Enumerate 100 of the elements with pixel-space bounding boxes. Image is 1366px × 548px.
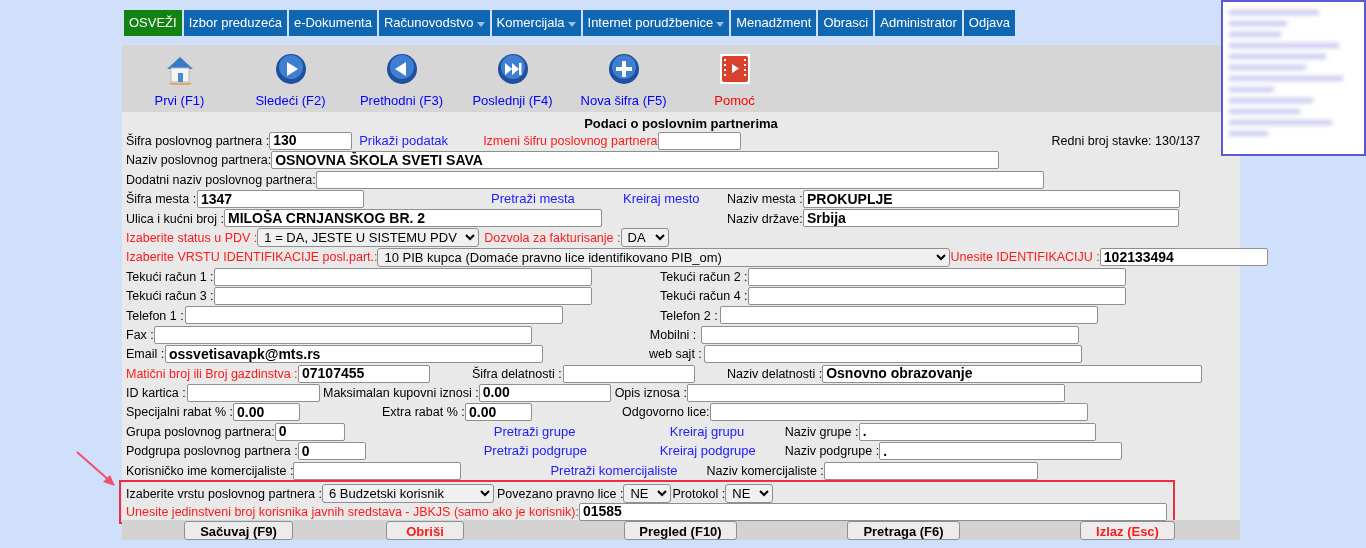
caret-icon [476, 21, 485, 27]
field-label: Specijalni rabat % : [126, 405, 233, 420]
input-field[interactable] [704, 345, 1082, 364]
form-button[interactable]: Sačuvaj (F9) [184, 520, 293, 540]
link[interactable]: Kreiraj grupu [669, 424, 745, 439]
annotation-arrow [76, 451, 115, 486]
menu-item[interactable]: Internet porudžbenice [582, 10, 730, 36]
link[interactable]: Pretraži mesta [491, 191, 575, 207]
plus-icon[interactable] [607, 53, 640, 85]
input-field[interactable]: Srbija [803, 209, 1179, 228]
field-label: Tekući račun 1 : [126, 269, 214, 284]
input-field[interactable] [187, 383, 320, 402]
input-field[interactable] [720, 306, 1098, 325]
input-field[interactable]: 102133494 [1099, 248, 1268, 267]
menu-item[interactable]: Obrasci [818, 10, 874, 36]
input-field[interactable] [748, 267, 1126, 286]
link[interactable]: Pretraži grupe [493, 424, 576, 439]
field-label: Fax : [126, 327, 154, 342]
input-field[interactable]: . [879, 442, 1123, 461]
input-field[interactable]: PROKUPLJE [803, 190, 1180, 209]
refresh-button[interactable]: OSVEŽI [124, 10, 182, 36]
toolbar-link[interactable]: Prvi (F1) [154, 91, 205, 111]
input-field[interactable] [214, 287, 592, 305]
field-label: Grupa poslovnog partnera: [126, 424, 275, 439]
input-field[interactable] [700, 325, 1079, 344]
input-field[interactable]: 0 [297, 442, 366, 461]
field-label: Naziv komercijaliste : [706, 463, 824, 478]
field-label: Korisničko ime komercijaliste : [126, 463, 294, 478]
field-label: web sajt : [649, 347, 702, 362]
field-label: Maksimalan kupovni iznosi : [323, 386, 479, 401]
input-field[interactable] [185, 306, 563, 325]
field-label: Extra rabat % : [382, 405, 465, 420]
dropdown[interactable]: 10 PIB kupca (Domaće pravno lice identifikovano PIB_om) [377, 247, 951, 267]
input-field[interactable] [686, 383, 1065, 402]
input-field[interactable]: 0 [274, 422, 345, 441]
menu-item[interactable]: Menadžment [731, 10, 817, 36]
input-field[interactable]: 07107455 [298, 364, 430, 383]
link[interactable]: Kreiraj mesto [623, 191, 700, 207]
field-label: Naziv delatnosti : [727, 366, 823, 381]
field-label: Dodatni naziv poslovnog partnera: [126, 172, 316, 187]
field-label: Izaberite status u PDV : [126, 230, 258, 245]
skip-forward-icon[interactable] [496, 53, 529, 85]
dropdown[interactable]: DA [620, 228, 669, 248]
input-field[interactable]: ossvetisavapk@mts.rs [165, 345, 543, 364]
film-icon[interactable] [718, 53, 751, 85]
input-field[interactable] [709, 403, 1088, 422]
dropdown[interactable]: NE [623, 484, 672, 504]
field-label: Protokol : [672, 487, 726, 502]
form-title: Podaci o poslovnim partnerima [583, 115, 779, 131]
menu-item[interactable]: Računovodstvo [378, 10, 490, 36]
dropdown[interactable]: NE [725, 484, 774, 504]
input-field[interactable] [293, 461, 462, 480]
field-label: Naziv podgrupe : [784, 444, 880, 459]
input-field[interactable]: Osnovno obrazovanje [822, 364, 1203, 383]
input-field[interactable]: 01585 [578, 502, 1167, 521]
back-icon[interactable] [385, 53, 418, 85]
field-label: Email : [126, 347, 165, 362]
input-field[interactable] [748, 287, 1126, 305]
field-label: Opis iznosa : [614, 386, 687, 401]
link[interactable]: Prikaži podatak [359, 133, 449, 149]
field-label: Šifra mesta : [126, 192, 197, 207]
menu-item[interactable]: Komercijala [491, 10, 581, 36]
input-field[interactable]: 0.00 [465, 403, 532, 422]
input-field[interactable] [214, 267, 592, 286]
menu-item[interactable]: Izbor preduzeća [183, 10, 287, 36]
field-label: Ulica i kućni broj : [126, 211, 224, 226]
link[interactable]: Pretraži podgrupe [483, 443, 587, 459]
input-field[interactable]: . [858, 422, 1096, 441]
toolbar-link[interactable]: Sledeći (F2) [255, 91, 326, 111]
input-field[interactable] [823, 461, 1038, 480]
input-field[interactable]: 0.00 [478, 383, 611, 402]
input-field[interactable] [315, 170, 1044, 189]
input-field[interactable]: MILOŠA CRNJANSKOG BR. 2 [224, 209, 602, 228]
field-label: Tekući račun 2 : [660, 269, 748, 284]
menu-item[interactable]: Administrator [875, 10, 962, 36]
input-field[interactable] [657, 131, 741, 150]
menu-item[interactable]: Odjava [963, 10, 1015, 36]
input-field[interactable]: 1347 [197, 190, 364, 209]
toolbar-link[interactable]: Prethodni (F3) [359, 91, 444, 111]
caret-icon [716, 21, 725, 27]
field-label: Izmeni šifru poslovnog partnera [483, 134, 658, 148]
link[interactable]: Kreiraj podgrupe [659, 443, 756, 459]
field-label: Unesite IDENTIFIKACIJU : [950, 250, 1100, 265]
link[interactable]: Pretraži komercijaliste [550, 462, 678, 478]
toolbar-link[interactable]: Poslednji (F4) [472, 91, 553, 111]
input-field[interactable] [153, 325, 532, 344]
input-field[interactable]: OSNOVNA ŠKOLA SVETI SAVA [271, 151, 1000, 170]
play-icon[interactable] [274, 53, 307, 85]
input-field[interactable]: 0.00 [233, 403, 300, 422]
menu-item[interactable]: e-Dokumenta [288, 10, 377, 36]
field-label: Šifra delatnosti : [472, 366, 562, 381]
dropdown[interactable]: 1 = DA, JESTE U SISTEMU PDV [257, 228, 480, 248]
field-label: Naziv mesta : [727, 192, 803, 207]
field-label: Tekući račun 4 : [660, 289, 748, 304]
toolbar-link[interactable]: Nova šifra (F5) [580, 91, 667, 111]
field-label: Telefon 1 : [126, 308, 184, 323]
input-field[interactable]: 130 [269, 131, 353, 150]
field-label: Šifra poslovnog partnera : [126, 134, 270, 148]
input-field[interactable] [563, 364, 695, 383]
dropdown[interactable]: 6 Budzetski korisnik [322, 484, 494, 504]
